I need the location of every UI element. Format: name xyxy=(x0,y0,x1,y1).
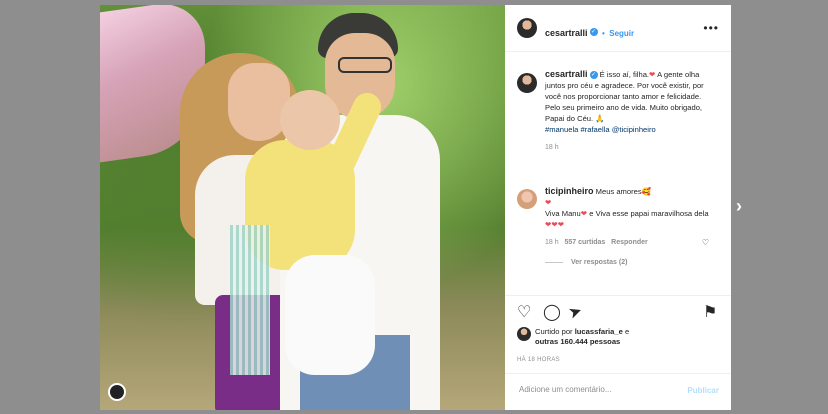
next-post-icon[interactable]: › xyxy=(736,196,742,217)
man-glasses xyxy=(338,57,392,73)
liker-username[interactable]: lucassfaria_e xyxy=(575,327,623,336)
comment-input[interactable] xyxy=(517,384,681,395)
tagged-users-icon[interactable] xyxy=(108,383,126,401)
follow-button[interactable]: Seguir xyxy=(609,29,634,38)
share-icon[interactable]: ➤ xyxy=(566,302,584,323)
post-header: cesartralli ✓ • Seguir ••• xyxy=(505,5,731,52)
red-hearts-icon: ❤❤❤ xyxy=(545,220,565,229)
comment-avatar[interactable] xyxy=(517,189,537,209)
tassel xyxy=(230,225,270,375)
add-comment-bar: Publicar xyxy=(505,373,731,411)
verified-icon: ✓ xyxy=(589,27,598,36)
caption-time: 18 h xyxy=(545,144,559,151)
more-options-icon[interactable]: ••• xyxy=(703,21,719,35)
like-icon[interactable]: ♡ xyxy=(517,305,531,321)
comment-likes[interactable]: 557 curtidas xyxy=(564,239,605,246)
bookmark-icon[interactable]: ⚑ xyxy=(703,305,717,321)
baby-legs xyxy=(285,255,375,375)
likes-count[interactable]: outras 160.444 pessoas xyxy=(535,337,620,346)
reply-button[interactable]: Responder xyxy=(611,239,648,246)
author-avatar[interactable] xyxy=(517,18,537,38)
comment-username[interactable]: ticipinheiro xyxy=(545,186,594,196)
baby-head xyxy=(280,90,340,150)
comment-icon[interactable]: ◯ xyxy=(543,305,561,321)
view-replies-button[interactable]: Ver respostas (2) xyxy=(545,257,715,268)
caption-username[interactable]: cesartralli xyxy=(545,69,588,79)
caption-avatar[interactable] xyxy=(517,73,537,93)
comment-time: 18 h xyxy=(545,239,559,246)
post-photo[interactable] xyxy=(100,5,505,410)
comment: ticipinheiro Meus amores🥰 ❤ Viva Manu❤ e… xyxy=(545,186,715,268)
post-timestamp: HÁ 18 HORAS xyxy=(517,357,560,363)
author-username[interactable]: cesartralli xyxy=(545,28,588,38)
like-comment-icon[interactable]: ♡ xyxy=(702,238,709,247)
publish-button[interactable]: Publicar xyxy=(687,386,719,395)
post-side-panel: cesartralli ✓ • Seguir ••• cesartralli ✓ É… xyxy=(505,5,731,410)
likes-summary: Curtido por lucassfaria_e e outras 160.4… xyxy=(535,327,630,346)
caption-hashtags[interactable]: #manuela #rafaella @ticipinheiro xyxy=(545,125,656,134)
verified-icon: ✓ xyxy=(589,71,598,79)
action-bar: ♡ ◯ ➤ ⚑ xyxy=(505,295,731,323)
liker-avatar[interactable] xyxy=(517,327,531,341)
comments-list[interactable]: cesartralli ✓ É isso aí, filha.❤ A gente … xyxy=(505,52,731,292)
red-heart-icon: ❤ xyxy=(545,198,552,207)
caption: cesartralli ✓ É isso aí, filha.❤ A gente … xyxy=(545,69,715,153)
